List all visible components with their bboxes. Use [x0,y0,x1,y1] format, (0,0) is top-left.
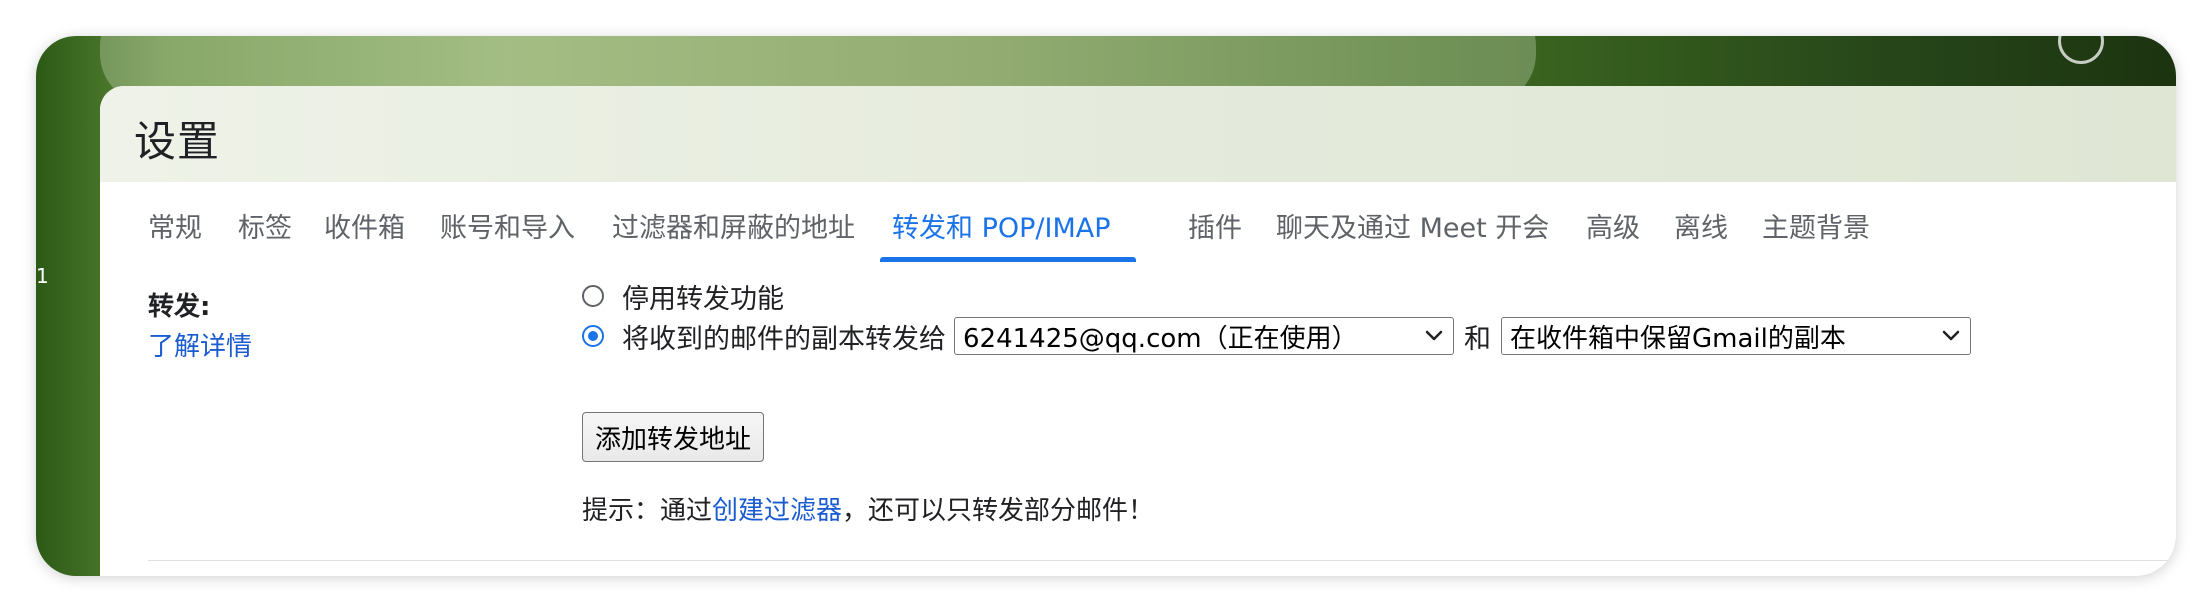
tab-general[interactable]: 常规 [148,206,202,245]
tab-offline[interactable]: 离线 [1674,206,1728,245]
account-circle-icon[interactable] [2058,36,2104,64]
tab-filters-blocked[interactable]: 过滤器和屏蔽的地址 [612,206,855,245]
tab-advanced[interactable]: 高级 [1586,206,1640,245]
tab-themes[interactable]: 主题背景 [1762,206,1870,245]
copy-action-value: 在收件箱中保留Gmail的副本 [1510,323,1846,354]
hint-text: 提示：通过创建过滤器，还可以只转发部分邮件！ [582,490,1154,527]
forward-label: 将收到的邮件的副本转发给 [622,323,946,355]
copy-action-select[interactable]: 在收件箱中保留Gmail的副本 [1501,317,1971,355]
forward-option[interactable]: 将收到的邮件的副本转发给 6241425@qq.com（正在使用） 和 在收件箱… [582,316,1971,356]
chevron-down-icon [1425,330,1443,341]
tab-inbox[interactable]: 收件箱 [324,206,405,245]
disable-forwarding-label: 停用转发功能 [622,283,784,315]
section-divider [148,560,2176,561]
window-frame: 1 设置 常规 标签 收件箱 账号和导入 过滤器和屏蔽的地址 转发和 POP/I… [36,36,2176,576]
disable-forwarding-option[interactable]: 停用转发功能 [582,276,784,316]
and-text: 和 [1464,323,1491,355]
tab-addons[interactable]: 插件 [1188,206,1242,245]
tab-forwarding-pop-imap[interactable]: 转发和 POP/IMAP [892,206,1111,245]
side-marker: 1 [36,264,49,288]
tab-labels[interactable]: 标签 [238,206,292,245]
tab-accounts-import[interactable]: 账号和导入 [440,206,575,245]
settings-header: 设置 [100,86,2176,182]
settings-tabs: 常规 标签 收件箱 账号和导入 过滤器和屏蔽的地址 转发和 POP/IMAP 插… [100,182,2176,265]
chevron-down-icon [1942,330,1960,341]
add-forwarding-address-button[interactable]: 添加转发地址 [582,412,765,462]
hint-suffix: ，还可以只转发部分邮件！ [842,496,1155,526]
tab-chat-meet[interactable]: 聊天及通过 Meet 开会 [1276,206,1549,245]
forward-radio[interactable] [582,325,604,347]
learn-more-link[interactable]: 了解详情 [148,326,252,363]
forwarding-label: 转发: [148,292,211,322]
create-filter-link[interactable]: 创建过滤器 [712,496,842,526]
forward-address-select[interactable]: 6241425@qq.com（正在使用） [954,317,1454,355]
disable-forwarding-radio[interactable] [582,285,604,307]
settings-panel: 设置 常规 标签 收件箱 账号和导入 过滤器和屏蔽的地址 转发和 POP/IMA… [100,86,2176,576]
active-tab-indicator [880,257,1136,262]
forward-address-value: 6241425@qq.com（正在使用） [963,323,1358,354]
hint-prefix: 提示：通过 [582,496,713,526]
forwarding-section: 转发: 了解详情 停用转发功能 将收到的邮件的副本转发给 6241425@qq.… [100,264,2176,576]
page-title: 设置 [134,117,221,166]
